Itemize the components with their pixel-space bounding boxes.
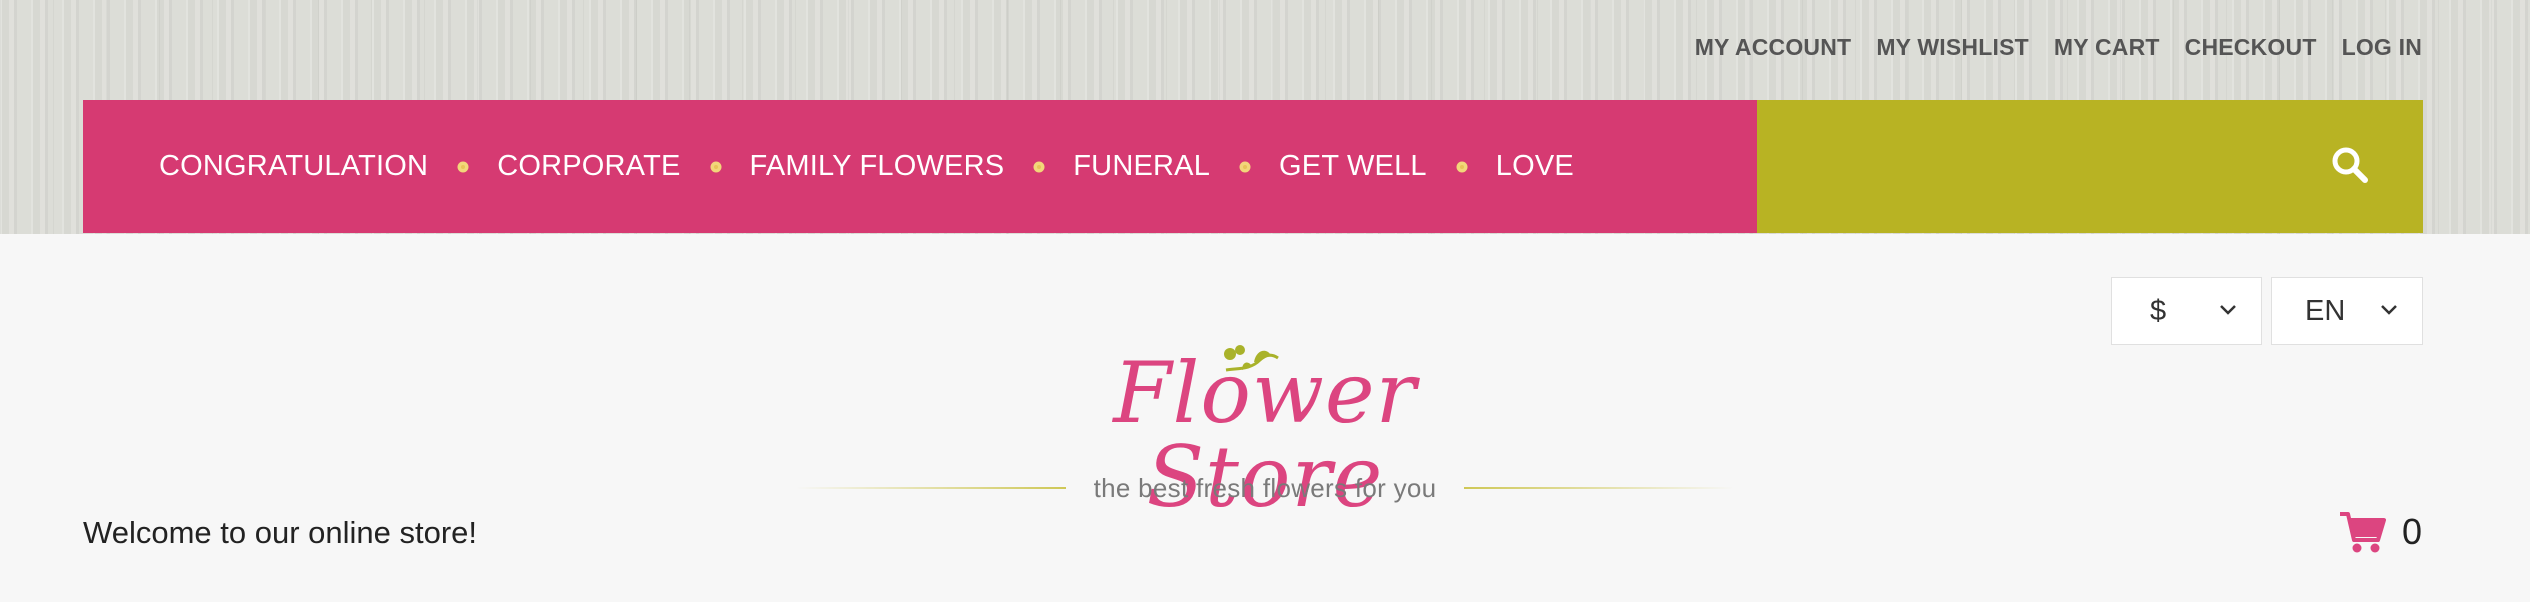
cart-button[interactable]: 0	[2338, 510, 2422, 554]
flower-bullet-icon	[1239, 161, 1251, 172]
my-cart-link[interactable]: MY CART	[2054, 34, 2160, 61]
search-icon[interactable]	[2329, 144, 2371, 186]
tagline-divider-right	[1464, 487, 1735, 489]
flower-bullet-icon	[1033, 161, 1045, 172]
shopping-cart-icon	[2339, 512, 2386, 553]
flower-bullet-icon	[710, 161, 722, 172]
nav-link-corporate[interactable]: CORPORATE	[497, 150, 680, 183]
language-select[interactable]: EN	[2271, 277, 2423, 345]
logo-tagline: the best fresh flowers for you	[1093, 472, 1437, 503]
language-value: EN	[2305, 294, 2346, 327]
nav-item-get-well: GET WELL	[1210, 150, 1427, 183]
flower-bullet-icon	[457, 161, 469, 172]
checkout-link[interactable]: CHECKOUT	[2185, 34, 2317, 61]
nav-link-love[interactable]: LOVE	[1496, 150, 1574, 183]
nav-link-congratulation[interactable]: CONGRATULATION	[159, 150, 428, 183]
nav-link-family-flowers[interactable]: FAMILY FLOWERS	[750, 150, 1005, 183]
chevron-down-icon	[2381, 305, 2397, 315]
search-panel	[1757, 100, 2423, 233]
account-links: MY ACCOUNT MY WISHLIST MY CART CHECKOUT …	[1670, 34, 2422, 61]
tagline-row: the best fresh flowers for you	[765, 468, 1765, 508]
nav-item-corporate: CORPORATE	[428, 150, 680, 183]
main-nav: CONGRATULATION CORPORATE FAMILY FLOWERS …	[83, 100, 1757, 233]
nav-item-funeral: FUNERAL	[1004, 150, 1210, 183]
nav-link-get-well[interactable]: GET WELL	[1279, 150, 1427, 183]
store-logo[interactable]: Flower Store the best fresh flowers for …	[765, 340, 1765, 519]
flower-bullet-icon	[1456, 161, 1468, 172]
log-in-link[interactable]: LOG IN	[2342, 34, 2422, 61]
my-account-link[interactable]: MY ACCOUNT	[1695, 34, 1852, 61]
nav-item-love: LOVE	[1427, 150, 1574, 183]
nav-link-funeral[interactable]: FUNERAL	[1073, 150, 1210, 183]
currency-value: $	[2150, 294, 2167, 327]
cart-count: 0	[2401, 511, 2422, 552]
currency-select[interactable]: $	[2111, 277, 2262, 345]
nav-item-family-flowers: FAMILY FLOWERS	[681, 150, 1005, 183]
nav-list: CONGRATULATION CORPORATE FAMILY FLOWERS …	[83, 150, 1574, 183]
nav-item-congratulation: CONGRATULATION	[159, 150, 428, 183]
my-wishlist-link[interactable]: MY WISHLIST	[1876, 34, 2029, 61]
chevron-down-icon	[2220, 305, 2236, 315]
tagline-divider-left	[795, 487, 1066, 489]
welcome-message: Welcome to our online store!	[83, 515, 478, 550]
